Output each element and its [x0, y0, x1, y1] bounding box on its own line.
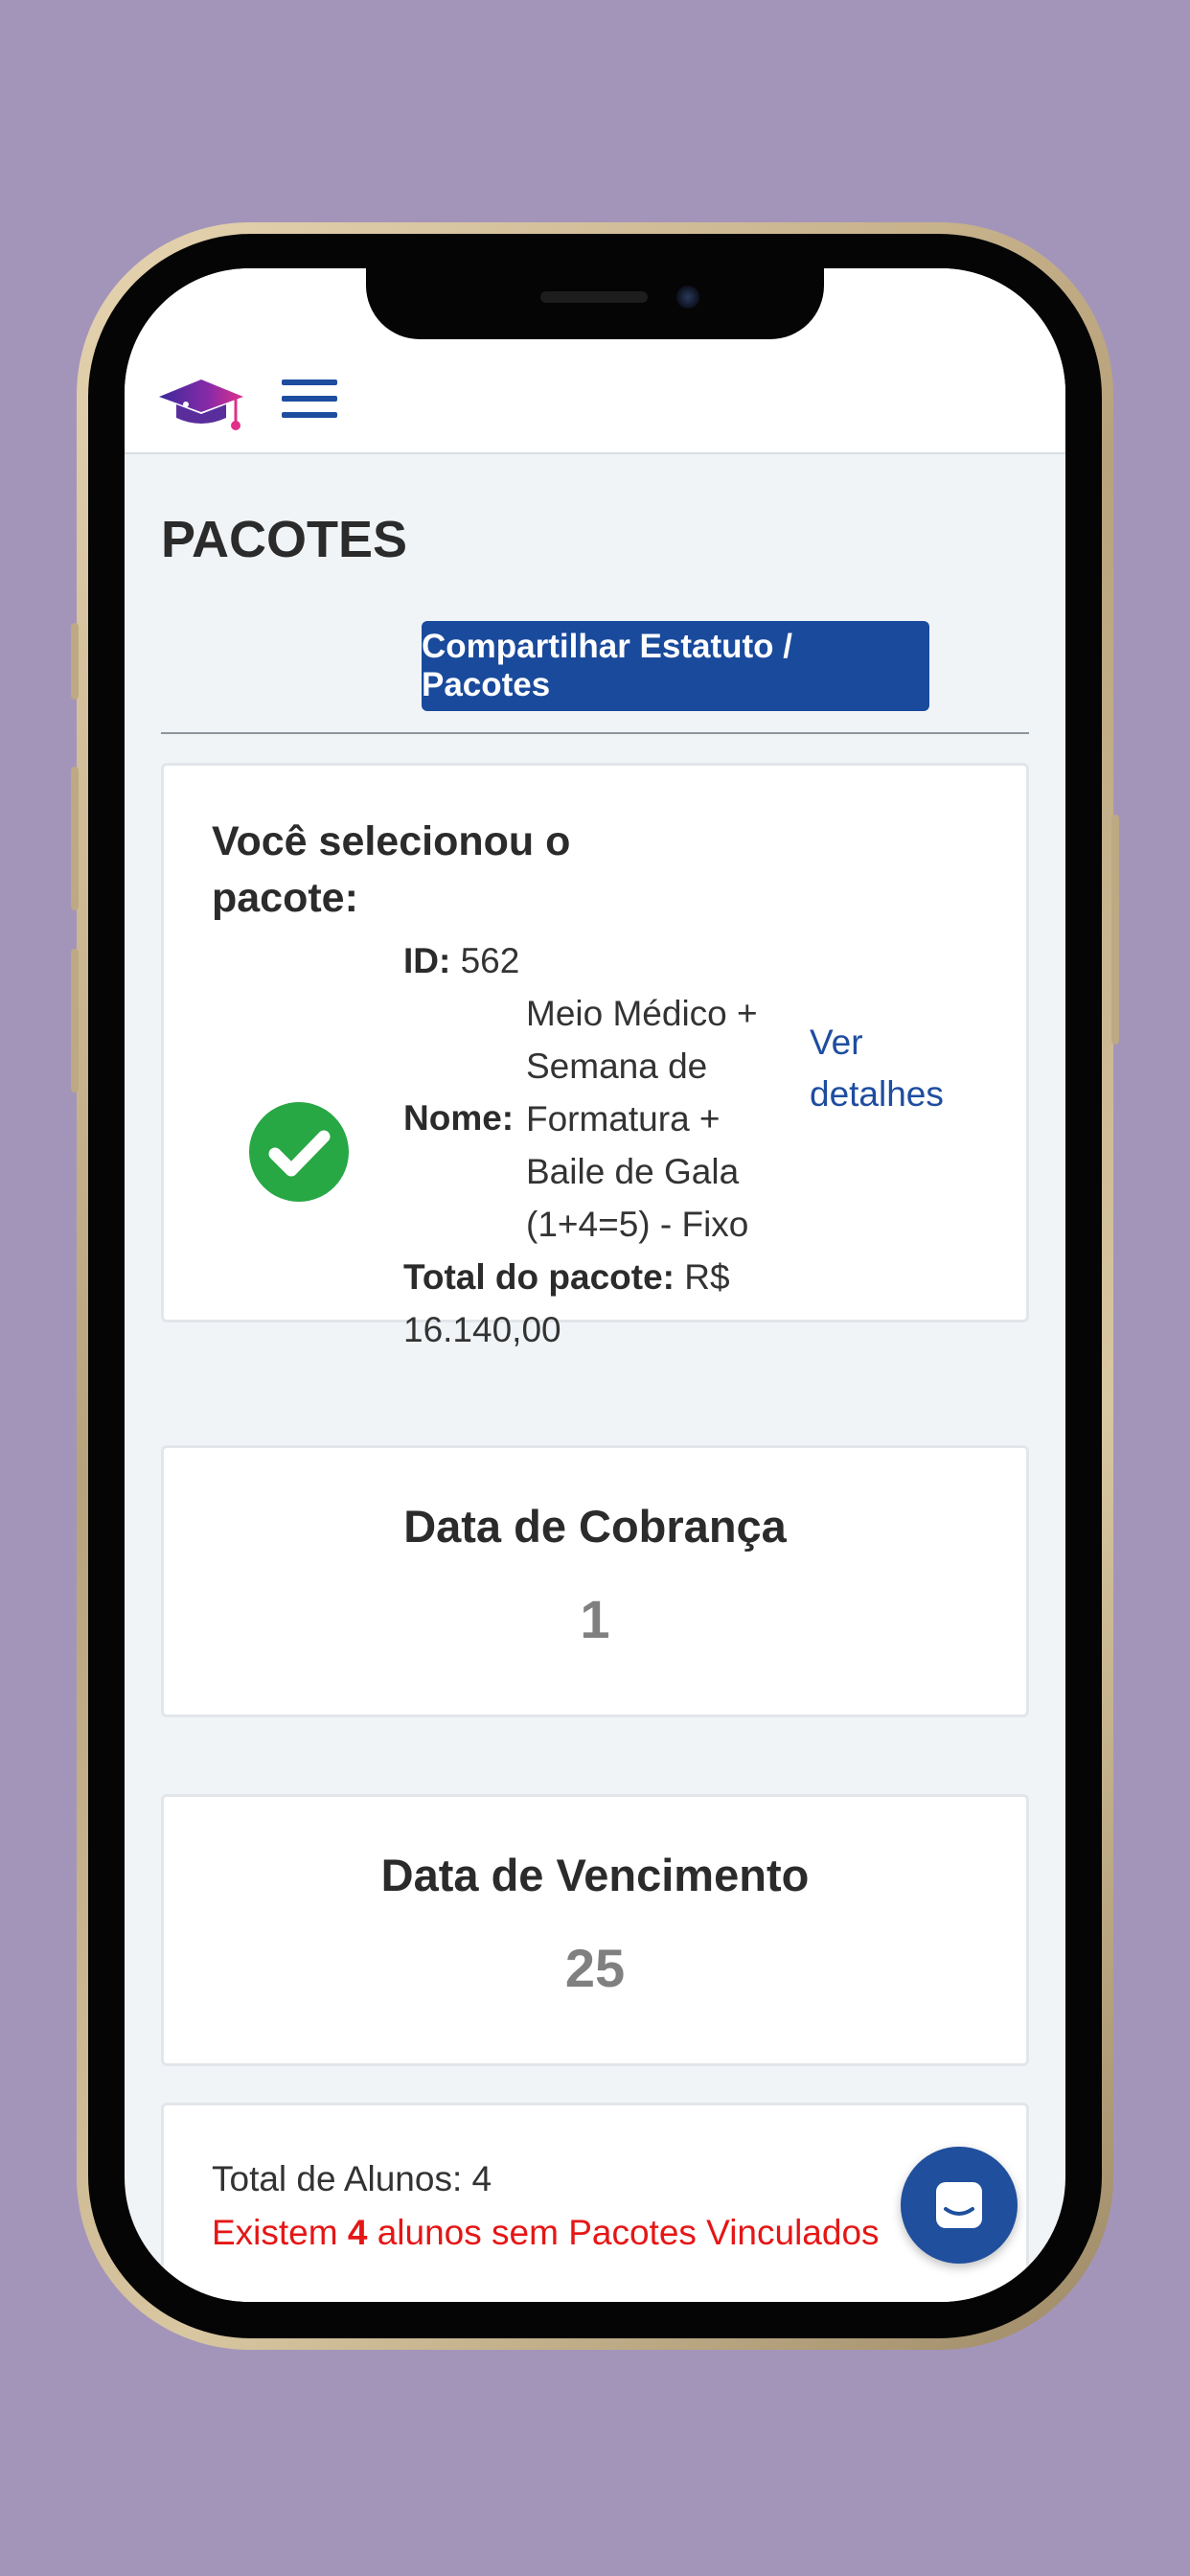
hamburger-menu-icon[interactable]	[282, 380, 337, 426]
warning-prefix: Existem	[212, 2213, 338, 2252]
package-id-label: ID:	[403, 941, 451, 980]
app-screen: PACOTES Compartilhar Estatuto / Pacotes …	[125, 268, 1065, 2302]
package-total-label: Total do pacote:	[403, 1257, 675, 1297]
billing-date-card: Data de Cobrança 1	[161, 1445, 1029, 1717]
package-total-row: Total do pacote: R$ 16.140,00	[403, 1251, 787, 1356]
volume-down-button	[71, 949, 79, 1092]
phone-notch	[366, 268, 824, 339]
graduation-cap-icon[interactable]	[159, 376, 245, 437]
view-details-link[interactable]: Ver detalhes	[810, 1017, 982, 1120]
warning-suffix: alunos sem Pacotes Vinculados	[377, 2213, 880, 2252]
package-name-label: Nome:	[403, 1098, 515, 1138]
silent-switch	[71, 623, 79, 700]
due-date-title: Data de Vencimento	[380, 1850, 810, 1900]
check-circle-icon	[248, 1101, 350, 1203]
divider	[161, 732, 1029, 734]
page-title: PACOTES	[161, 511, 408, 568]
power-button	[1111, 815, 1119, 1045]
students-total: Total de Alunos: 4	[212, 2159, 492, 2198]
billing-date-value: 1	[580, 1589, 610, 1649]
volume-up-button	[71, 767, 79, 910]
billing-date-title: Data de Cobrança	[403, 1501, 787, 1552]
students-card: Total de Alunos: 4 Existem 4 alunos sem …	[161, 2103, 1029, 2302]
share-statute-button[interactable]: Compartilhar Estatuto / Pacotes	[422, 621, 929, 711]
package-name-value: Meio Médico + Semana de Formatura + Bail…	[526, 994, 758, 1244]
phone-speaker	[540, 291, 648, 303]
package-id-row: ID: 562	[403, 934, 787, 987]
due-date-card: Data de Vencimento 25	[161, 1794, 1029, 2066]
warning-count: 4	[347, 2213, 368, 2252]
selected-package-heading: Você selecionou o pacote:	[212, 818, 571, 921]
students-warning: Existem 4 alunos sem Pacotes Vinculados	[212, 2213, 880, 2253]
phone-camera	[676, 286, 699, 309]
due-date-value: 25	[564, 1938, 626, 1998]
package-id-value: 562	[460, 941, 520, 980]
selected-package-card: Você selecionou o pacote: ID: 562 Nome: …	[161, 763, 1029, 1349]
chat-icon[interactable]	[901, 2147, 1018, 2264]
